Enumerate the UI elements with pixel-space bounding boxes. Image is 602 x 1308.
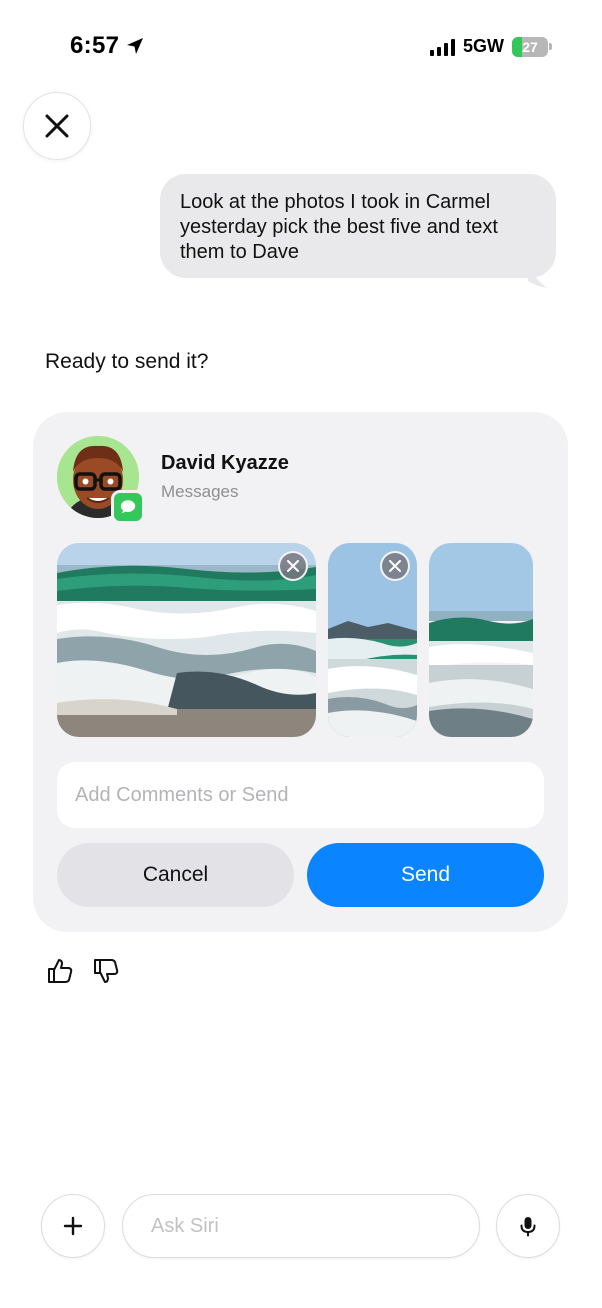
assistant-prompt: Ready to send it? <box>45 350 209 373</box>
send-label: Send <box>400 863 451 886</box>
status-time: 6:57 <box>70 32 145 60</box>
contact-app-label: Messages <box>161 482 239 501</box>
remove-photo-button[interactable] <box>278 551 308 581</box>
plus-icon <box>63 1216 83 1236</box>
ask-siri-placeholder: Ask Siri <box>151 1214 219 1237</box>
close-button[interactable] <box>23 92 91 160</box>
signal-icon <box>429 38 455 56</box>
user-message-bubble: Look at the photos I took in Carmel yest… <box>160 174 556 278</box>
bubble-tail <box>528 262 548 288</box>
location-arrow-icon <box>127 38 144 54</box>
time-label: 6:57 <box>70 32 120 59</box>
thumbs-down-icon[interactable] <box>91 956 121 986</box>
close-icon <box>45 114 69 138</box>
ask-siri-input[interactable]: Ask Siri <box>122 1194 480 1258</box>
microphone-icon <box>520 1217 536 1237</box>
avatar <box>57 436 145 524</box>
thumbs-up-icon[interactable] <box>45 956 75 986</box>
cancel-label: Cancel <box>142 863 209 886</box>
status-indicators: 5GW 27 <box>429 36 552 57</box>
feedback-row <box>45 956 121 986</box>
remove-photo-button[interactable] <box>380 551 410 581</box>
photo-thumbnail[interactable] <box>57 543 316 737</box>
microphone-button[interactable] <box>496 1194 560 1258</box>
comment-input[interactable]: Add Comments or Send <box>57 762 544 828</box>
battery-level: 27 <box>522 38 538 55</box>
messages-icon <box>111 490 145 524</box>
battery-icon: 27 <box>512 36 552 57</box>
comment-placeholder: Add Comments or Send <box>75 783 289 806</box>
user-message-text: Look at the photos I took in Carmel yest… <box>180 191 498 263</box>
add-button[interactable] <box>41 1194 105 1258</box>
network-label: 5GW <box>462 36 504 56</box>
share-card: David Kyazze Messages Add Comments or Se… <box>33 412 568 932</box>
siri-screen: 6:57 5GW 27 Look at the photos I took in… <box>0 0 602 1308</box>
remove-photo-icon <box>389 560 401 572</box>
cancel-button[interactable]: Cancel <box>57 843 294 907</box>
remove-photo-icon <box>287 560 299 572</box>
photo-thumbnail[interactable] <box>328 543 417 737</box>
photo-thumbnail[interactable] <box>429 543 533 737</box>
send-button[interactable]: Send <box>307 843 544 907</box>
contact-name: David Kyazze <box>161 452 289 474</box>
